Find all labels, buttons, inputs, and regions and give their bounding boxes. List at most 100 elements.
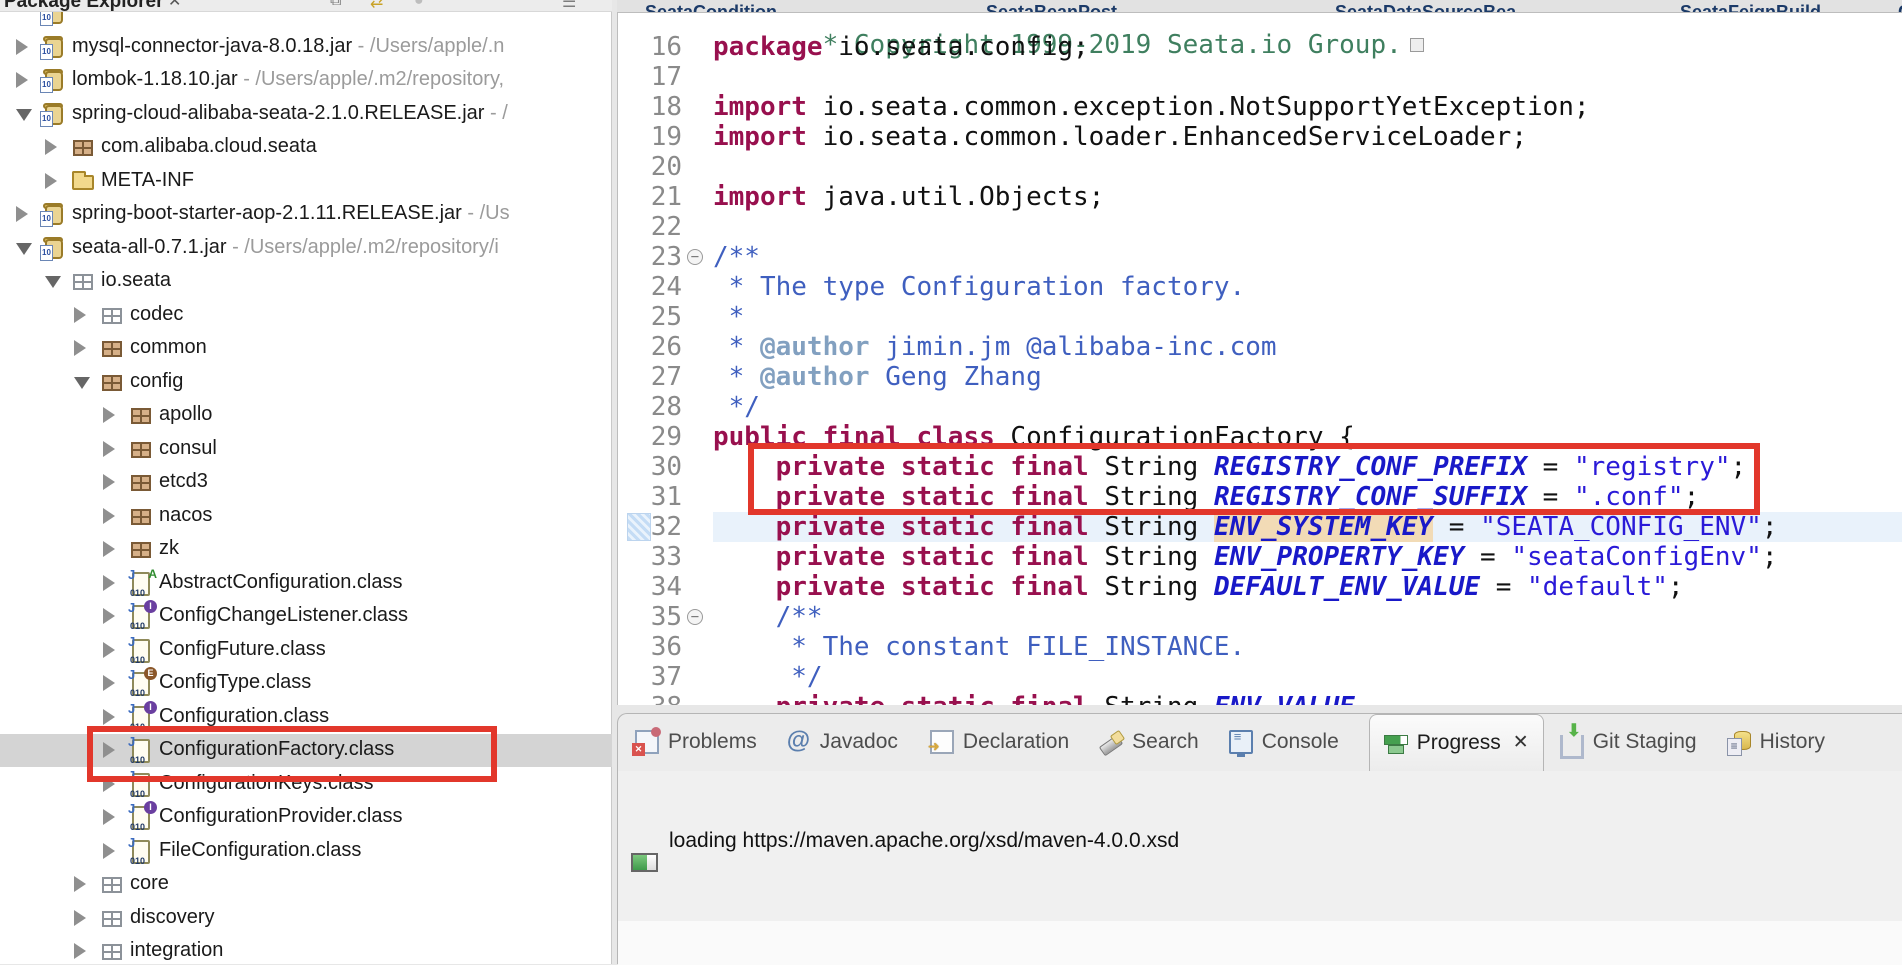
chevron-down-icon[interactable] — [74, 377, 90, 389]
tree-item-zk[interactable]: zk — [0, 533, 612, 566]
chevron-right-icon[interactable] — [103, 508, 115, 524]
chevron-right-icon[interactable] — [103, 441, 115, 457]
editor-tab-seatabeanpost[interactable]: 010SeataBeanPost — [965, 2, 1117, 13]
chevron-right-icon[interactable] — [16, 206, 28, 222]
tree-item-apollo[interactable]: apollo — [0, 399, 612, 432]
chevron-right-icon[interactable] — [103, 474, 115, 490]
tree-item-label: core — [130, 872, 169, 895]
editor-tab-seatacondition[interactable]: 010SeataCondition — [624, 2, 777, 13]
tree-item-configtype-class[interactable]: J010EConfigType.class — [0, 667, 612, 700]
chevron-right-icon[interactable] — [74, 307, 86, 323]
tree-item-lombok-1-18-10-jar[interactable]: 10lombok-1.18.10.jar - /Users/apple/.m2/… — [0, 64, 612, 97]
tree-item-configfuture-class[interactable]: J010ConfigFuture.class — [0, 634, 612, 667]
chevron-right-icon[interactable] — [16, 39, 28, 55]
code-line-22[interactable]: 22 — [618, 212, 1902, 242]
tree-item-com-alibaba-cloud-seata[interactable]: com.alibaba.cloud.seata — [0, 131, 612, 164]
tree-item-integration[interactable]: integration — [0, 935, 612, 964]
collapse-all-icon[interactable]: ⧉ — [330, 0, 341, 10]
close-icon[interactable]: ✕ — [168, 0, 181, 11]
chevron-right-icon[interactable] — [74, 340, 86, 356]
tree-item-core[interactable]: core — [0, 868, 612, 901]
tree-item-mysql-connector-java-8-0-18-jar[interactable]: 10mysql-connector-java-8.0.18.jar - /Use… — [0, 31, 612, 64]
tree-item-config[interactable]: config — [0, 366, 612, 399]
bottom-tab-declaration[interactable]: Declaration — [928, 714, 1069, 770]
tree-item-label: codec — [130, 303, 183, 326]
code-line-21[interactable]: 21import java.util.Objects; — [618, 182, 1902, 212]
code-line-18[interactable]: 18import io.seata.common.exception.NotSu… — [618, 92, 1902, 122]
bottom-tab-progress[interactable]: Progress✕ — [1369, 714, 1544, 771]
code-line-26[interactable]: 26 * @author jimin.jm @alibaba-inc.com — [618, 332, 1902, 362]
line-number: 17 — [618, 62, 682, 92]
code-line-33[interactable]: 33 private static final String ENV_PROPE… — [618, 542, 1902, 572]
code-line-38[interactable]: 38 private static final String ENV_VALUE — [618, 692, 1902, 705]
empty-package-icon — [100, 303, 126, 329]
chevron-right-icon[interactable] — [103, 809, 115, 825]
code-line-32[interactable]: 32 private static final String ENV_SYSTE… — [618, 512, 1902, 542]
tree-item-common[interactable]: common — [0, 332, 612, 365]
close-icon[interactable]: ✕ — [1513, 731, 1529, 754]
code-line-35[interactable]: 35− /** — [618, 602, 1902, 632]
fold-collapse-icon[interactable]: − — [687, 609, 703, 625]
bottom-tab-javadoc[interactable]: Javadoc — [787, 714, 898, 770]
tree-item-abstractconfiguration-class[interactable]: J010AAbstractConfiguration.class — [0, 567, 612, 600]
chevron-right-icon[interactable] — [103, 709, 115, 725]
chevron-right-icon[interactable] — [16, 72, 28, 88]
code-line-17[interactable]: 17 — [618, 62, 1902, 92]
tree-item-clipped[interactable]: 10 — [0, 12, 612, 30]
bottom-tab-history[interactable]: History — [1727, 714, 1825, 770]
link-with-editor-icon[interactable]: ⇄ — [370, 0, 383, 12]
code-line-24[interactable]: 24 * The type Configuration factory. — [618, 272, 1902, 302]
tree-item-spring-boot-starter-aop-2-1-11-release-jar[interactable]: 10spring-boot-starter-aop-2.1.11.RELEASE… — [0, 198, 612, 231]
editor-tab-seatafeignbuild[interactable]: 010SeataFeignBuild — [1659, 2, 1821, 13]
chevron-down-icon[interactable] — [45, 276, 61, 288]
tree-item-configurationprovider-class[interactable]: J010IConfigurationProvider.class — [0, 801, 612, 834]
chevron-right-icon[interactable] — [103, 843, 115, 859]
chevron-right-icon[interactable] — [74, 910, 86, 926]
code-line-37[interactable]: 37 */ — [618, 662, 1902, 692]
code-line-34[interactable]: 34 private static final String DEFAULT_E… — [618, 572, 1902, 602]
code-line-23[interactable]: 23−/** — [618, 242, 1902, 272]
chevron-right-icon[interactable] — [45, 139, 57, 155]
tree-item-configchangelistener-class[interactable]: J010IConfigChangeListener.class — [0, 600, 612, 633]
editor-tab-seatadatasourcebea[interactable]: 010SeataDataSourceBea — [1314, 2, 1516, 13]
code-area[interactable]: * Copyright 1999-2019 Seata.io Group. 16… — [617, 13, 1902, 705]
chevron-right-icon[interactable] — [103, 407, 115, 423]
code-line-20[interactable]: 20 — [618, 152, 1902, 182]
code-line-19[interactable]: 19import io.seata.common.loader.Enhanced… — [618, 122, 1902, 152]
tree-item-discovery[interactable]: discovery — [0, 902, 612, 935]
tree-item-spring-cloud-alibaba-seata-2-1-0-release-jar[interactable]: 10spring-cloud-alibaba-seata-2.1.0.RELEA… — [0, 98, 612, 131]
tree-item-nacos[interactable]: nacos — [0, 500, 612, 533]
tree-item-fileconfiguration-class[interactable]: J010FileConfiguration.class — [0, 835, 612, 868]
bottom-tab-console[interactable]: Console — [1229, 714, 1339, 770]
chevron-right-icon[interactable] — [103, 541, 115, 557]
code-line-36[interactable]: 36 * The constant FILE_INSTANCE. — [618, 632, 1902, 662]
tree-item-consul[interactable]: consul — [0, 433, 612, 466]
chevron-right-icon[interactable] — [103, 575, 115, 591]
tree-item-codec[interactable]: codec — [0, 299, 612, 332]
code-line-28[interactable]: 28 */ — [618, 392, 1902, 422]
tree-item-etcd3[interactable]: etcd3 — [0, 466, 612, 499]
tree-item-meta-inf[interactable]: META-INF — [0, 165, 612, 198]
chevron-right-icon[interactable] — [74, 876, 86, 892]
bottom-tab-search[interactable]: Search — [1099, 714, 1199, 770]
chevron-right-icon[interactable] — [74, 943, 86, 959]
class-file-icon: J010 — [129, 839, 155, 865]
chevron-down-icon[interactable] — [16, 109, 32, 121]
chevron-right-icon[interactable] — [45, 173, 57, 189]
fold-collapse-icon[interactable]: − — [687, 249, 703, 265]
code-line-27[interactable]: 27 * @author Geng Zhang — [618, 362, 1902, 392]
code-line-25[interactable]: 25 * — [618, 302, 1902, 332]
bottom-tab-problems[interactable]: Problems — [632, 714, 757, 770]
code-line-16[interactable]: 16package io.seata.config; — [618, 32, 1902, 62]
package-explorer-tab[interactable]: Package Explorer — [4, 0, 163, 12]
tree-item-seata-all-0-7-1-jar[interactable]: 10seata-all-0.7.1.jar - /Users/apple/.m2… — [0, 232, 612, 265]
chevron-right-icon[interactable] — [103, 642, 115, 658]
chevron-right-icon[interactable] — [103, 608, 115, 624]
view-menu-icon[interactable]: ☰ — [562, 0, 576, 12]
chevron-right-icon[interactable] — [103, 675, 115, 691]
editor-tab-configuratio[interactable]: 010Configuratio — [1877, 2, 1902, 13]
bottom-tab-git-staging[interactable]: Git Staging — [1560, 714, 1697, 770]
tree-item-io-seata[interactable]: io.seata — [0, 265, 612, 298]
chevron-down-icon[interactable] — [16, 243, 32, 255]
class-file-icon: J010A — [129, 571, 155, 597]
